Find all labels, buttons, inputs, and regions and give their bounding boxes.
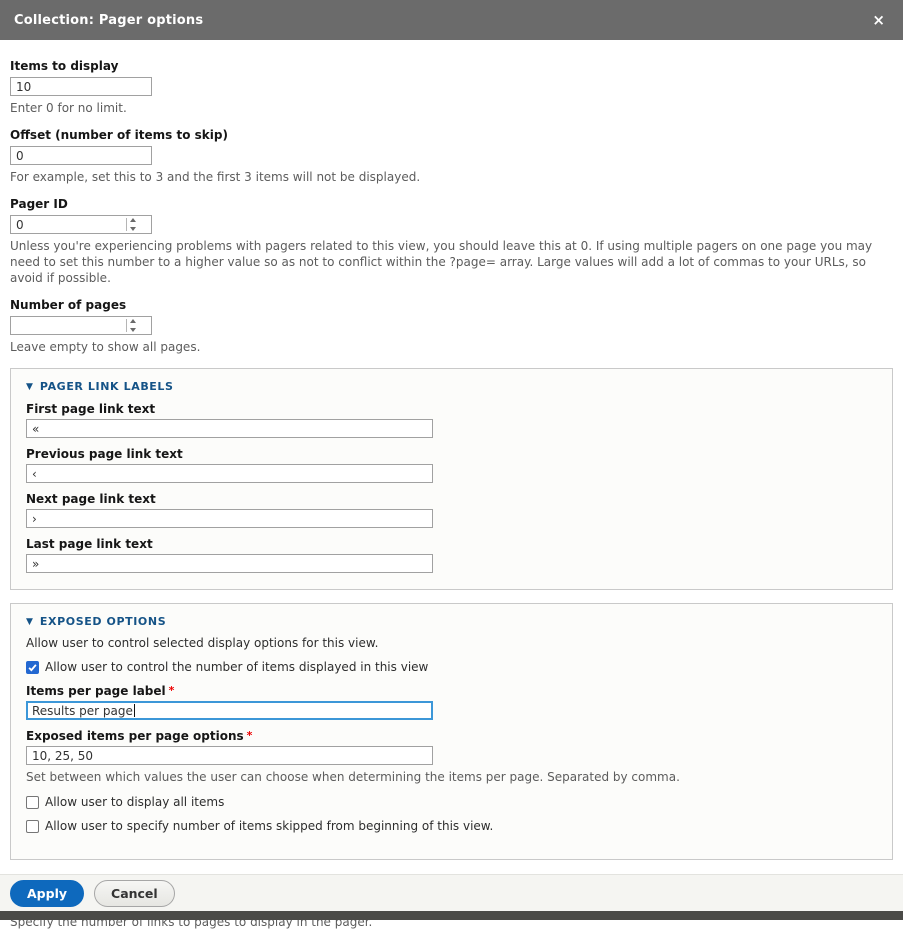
fieldset-exposed-options-legend[interactable]: ▼ EXPOSED OPTIONS: [26, 615, 877, 628]
checkbox-icon[interactable]: [26, 820, 39, 833]
last-page-link-text-input[interactable]: [26, 554, 433, 573]
offset-label: Offset (number of items to skip): [10, 128, 893, 142]
exposed-items-per-page-options-description: Set between which values the user can ch…: [26, 769, 877, 785]
exposed-items-per-page-options-input[interactable]: [26, 746, 433, 765]
dialog-footer: Apply Cancel: [0, 874, 903, 911]
apply-button[interactable]: Apply: [10, 880, 84, 907]
cancel-button[interactable]: Cancel: [94, 880, 175, 907]
form-item-next-page-link-text: Next page link text: [26, 492, 877, 528]
items-to-display-description: Enter 0 for no limit.: [10, 100, 893, 116]
form-item-offset: Offset (number of items to skip) For exa…: [10, 128, 893, 185]
number-of-pages-description: Leave empty to show all pages.: [10, 339, 893, 355]
first-page-link-text-input[interactable]: [26, 419, 433, 438]
items-per-page-label-input[interactable]: Results per page: [26, 701, 433, 720]
number-spinner-icon[interactable]: [126, 319, 136, 332]
next-page-link-text-input[interactable]: [26, 509, 433, 528]
offset-description: For example, set this to 3 and the first…: [10, 169, 893, 185]
dialog-header: Collection: Pager options ×: [0, 0, 903, 40]
checkbox-label: Allow user to control the number of item…: [45, 660, 428, 674]
last-page-link-text-label: Last page link text: [26, 537, 877, 551]
items-to-display-input[interactable]: [10, 77, 152, 96]
checkbox-icon[interactable]: [26, 796, 39, 809]
close-icon[interactable]: ×: [868, 11, 889, 30]
items-per-page-label-label: Items per page label: [26, 684, 166, 698]
form-item-exposed-items-per-page-options: Exposed items per page options* Set betw…: [26, 729, 877, 785]
form-item-pager-id: Pager ID Unless you're experiencing prob…: [10, 197, 893, 286]
pager-id-label: Pager ID: [10, 197, 893, 211]
exposed-items-per-page-options-label: Exposed items per page options: [26, 729, 244, 743]
checkbox-label: Allow user to specify number of items sk…: [45, 819, 493, 833]
checkbox-row-display-all[interactable]: Allow user to display all items: [26, 795, 877, 809]
number-of-pages-label: Number of pages: [10, 298, 893, 312]
offset-input[interactable]: [10, 146, 152, 165]
form-item-last-page-link-text: Last page link text: [26, 537, 877, 573]
previous-page-link-text-input[interactable]: [26, 464, 433, 483]
fieldset-pager-link-labels: ▼ PAGER LINK LABELS First page link text…: [10, 368, 893, 590]
fieldset-exposed-options: ▼ EXPOSED OPTIONS Allow user to control …: [10, 603, 893, 860]
form-item-items-to-display: Items to display Enter 0 for no limit.: [10, 59, 893, 116]
pager-id-description: Unless you're experiencing problems with…: [10, 238, 893, 286]
checkbox-row-control-items[interactable]: Allow user to control the number of item…: [26, 660, 877, 674]
form-item-items-per-page-label: Items per page label* Results per page: [26, 684, 877, 720]
next-page-link-text-label: Next page link text: [26, 492, 877, 506]
collapse-arrow-icon: ▼: [26, 382, 33, 392]
text-caret: [134, 704, 135, 717]
previous-page-link-text-label: Previous page link text: [26, 447, 877, 461]
input-value-text: Results per page: [32, 704, 133, 718]
first-page-link-text-label: First page link text: [26, 402, 877, 416]
number-spinner-icon[interactable]: [126, 218, 136, 231]
form-item-previous-page-link-text: Previous page link text: [26, 447, 877, 483]
dialog-content: Items to display Enter 0 for no limit. O…: [0, 40, 903, 930]
checkbox-label: Allow user to display all items: [45, 795, 224, 809]
checkbox-icon[interactable]: [26, 661, 39, 674]
exposed-options-intro: Allow user to control selected display o…: [26, 636, 877, 650]
dialog-title: Collection: Pager options: [14, 13, 868, 28]
fieldset-legend-text: PAGER LINK LABELS: [40, 380, 174, 393]
fieldset-legend-text: EXPOSED OPTIONS: [40, 615, 166, 628]
form-item-first-page-link-text: First page link text: [26, 402, 877, 438]
checkbox-row-skip-items[interactable]: Allow user to specify number of items sk…: [26, 819, 877, 833]
required-marker: *: [169, 684, 175, 697]
form-item-number-of-pages: Number of pages Leave empty to show all …: [10, 298, 893, 355]
required-marker: *: [247, 729, 253, 742]
collapse-arrow-icon: ▼: [26, 617, 33, 627]
page-bottom-bar: [0, 911, 903, 920]
fieldset-pager-link-labels-legend[interactable]: ▼ PAGER LINK LABELS: [26, 380, 877, 393]
items-to-display-label: Items to display: [10, 59, 893, 73]
